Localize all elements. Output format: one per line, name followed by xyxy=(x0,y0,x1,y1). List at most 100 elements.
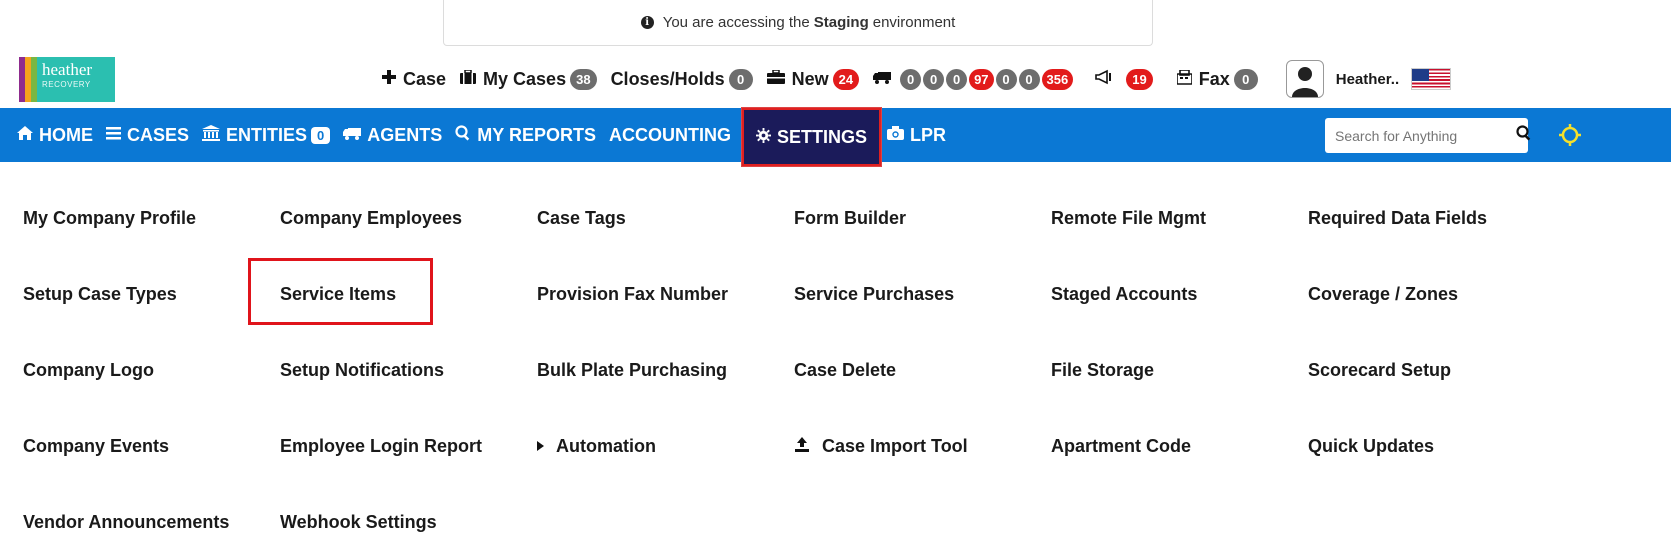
theme-toggle-sun-icon[interactable] xyxy=(1558,123,1582,147)
upload-icon xyxy=(794,437,810,455)
staging-banner: i You are accessing the Staging environm… xyxy=(443,0,1153,46)
menu-coverage-zones[interactable]: Coverage / Zones xyxy=(1308,274,1565,314)
menu-remote-file-mgmt[interactable]: Remote File Mgmt xyxy=(1051,198,1308,238)
new-case-button[interactable]: Case xyxy=(382,69,446,90)
truck-icon xyxy=(343,127,362,144)
menu-company-events[interactable]: Company Events xyxy=(23,426,280,466)
plus-icon xyxy=(382,70,396,88)
nav-accounting[interactable]: ACCOUNTING xyxy=(609,108,731,162)
closes-holds-label: Closes/Holds xyxy=(610,68,725,89)
nav-lpr-label: LPR xyxy=(909,124,946,145)
truck-count-7: 356 xyxy=(1041,68,1074,90)
top-toolbar: Case My Cases 38 Closes/Holds 0 New 24 0… xyxy=(382,60,1452,98)
announcements-button[interactable]: 19 xyxy=(1095,68,1153,90)
menu-employee-login-report[interactable]: Employee Login Report xyxy=(280,426,537,466)
settings-menu-grid: My Company Profile Company Employees Cas… xyxy=(23,198,1565,554)
menu-form-builder[interactable]: Form Builder xyxy=(794,198,1051,238)
truck-count-3: 0 xyxy=(946,68,968,90)
truck-count-2: 0 xyxy=(923,68,945,90)
announcements-count-badge: 19 xyxy=(1126,68,1153,90)
nav-cases-label: CASES xyxy=(127,124,190,145)
gear-icon xyxy=(755,127,771,147)
menu-automation-label: Automation xyxy=(556,435,656,456)
menu-company-employees[interactable]: Company Employees xyxy=(280,198,537,238)
nav-lpr[interactable]: LPR xyxy=(886,108,946,162)
menu-apartment-code[interactable]: Apartment Code xyxy=(1051,426,1308,466)
caret-right-icon xyxy=(537,438,544,454)
user-avatar[interactable] xyxy=(1285,60,1324,98)
briefcase-icon xyxy=(460,69,477,88)
logo-subtext: RECOVERY xyxy=(42,80,91,89)
menu-case-import-tool-label: Case Import Tool xyxy=(822,435,968,456)
home-icon xyxy=(17,126,33,144)
nav-agents[interactable]: AGENTS xyxy=(343,108,442,162)
menu-company-logo[interactable]: Company Logo xyxy=(23,350,280,390)
hamburger-icon xyxy=(106,126,121,144)
info-icon: i xyxy=(640,16,654,29)
new-label: New xyxy=(791,68,829,89)
menu-setup-case-types[interactable]: Setup Case Types xyxy=(23,274,280,314)
company-logo[interactable]: heather RECOVERY xyxy=(19,57,115,102)
menu-service-purchases[interactable]: Service Purchases xyxy=(794,274,1051,314)
menu-webhook-settings[interactable]: Webhook Settings xyxy=(280,502,537,542)
new-cases-button[interactable]: New 24 xyxy=(766,68,860,90)
search-input[interactable] xyxy=(1335,127,1516,144)
my-cases-label: My Cases xyxy=(483,68,567,89)
truck-count-1: 0 xyxy=(900,68,922,90)
menu-case-import-tool[interactable]: Case Import Tool xyxy=(794,426,1051,466)
menu-bulk-plate-purchasing[interactable]: Bulk Plate Purchasing xyxy=(537,350,794,390)
menu-setup-notifications[interactable]: Setup Notifications xyxy=(280,350,537,390)
logo-stripes xyxy=(19,57,37,102)
nav-entities[interactable]: ENTITIES 0 xyxy=(202,108,331,162)
new-case-label: Case xyxy=(403,68,447,89)
bank-icon xyxy=(202,125,221,145)
nav-settings[interactable]: SETTINGS xyxy=(741,108,881,166)
banner-suffix: environment xyxy=(872,14,956,31)
logo-text: heather xyxy=(42,60,93,79)
nav-accounting-label: ACCOUNTING xyxy=(608,124,731,145)
camera-icon xyxy=(886,126,904,144)
nav-settings-label: SETTINGS xyxy=(776,126,867,147)
user-name[interactable]: Heather.. xyxy=(1336,71,1399,88)
us-flag-icon[interactable] xyxy=(1411,68,1452,90)
truck-icon xyxy=(873,71,892,88)
my-cases-button[interactable]: My Cases 38 xyxy=(460,68,597,90)
banner-prefix: You are accessing the xyxy=(662,14,810,31)
menu-scorecard-setup[interactable]: Scorecard Setup xyxy=(1308,350,1565,390)
menu-file-storage[interactable]: File Storage xyxy=(1051,350,1308,390)
menu-case-delete[interactable]: Case Delete xyxy=(794,350,1051,390)
entities-count-badge: 0 xyxy=(311,126,331,144)
closes-holds-count-badge: 0 xyxy=(728,68,753,90)
nav-agents-label: AGENTS xyxy=(367,124,443,145)
fax-button[interactable]: Fax 0 xyxy=(1175,68,1258,90)
search-icon xyxy=(455,125,471,145)
menu-provision-fax-number[interactable]: Provision Fax Number xyxy=(537,274,794,314)
suitcase-icon xyxy=(766,69,785,88)
menu-automation[interactable]: Automation xyxy=(537,426,794,466)
nav-my-reports-label: MY REPORTS xyxy=(477,124,596,145)
closes-holds-button[interactable]: Closes/Holds 0 xyxy=(610,68,753,90)
truck-count-6: 0 xyxy=(1018,68,1040,90)
menu-case-tags[interactable]: Case Tags xyxy=(537,198,794,238)
nav-home-label: HOME xyxy=(39,124,93,145)
new-count-badge: 24 xyxy=(832,68,860,90)
global-search xyxy=(1325,118,1531,153)
user-silhouette-icon xyxy=(1291,67,1318,97)
nav-entities-label: ENTITIES xyxy=(226,124,308,145)
my-cases-count-badge: 38 xyxy=(570,68,597,90)
menu-quick-updates[interactable]: Quick Updates xyxy=(1308,426,1565,466)
nav-my-reports[interactable]: MY REPORTS xyxy=(455,108,596,162)
nav-cases[interactable]: CASES xyxy=(106,108,189,162)
menu-my-company-profile[interactable]: My Company Profile xyxy=(23,198,280,238)
menu-staged-accounts[interactable]: Staged Accounts xyxy=(1051,274,1308,314)
search-icon[interactable] xyxy=(1516,125,1532,146)
menu-required-data-fields[interactable]: Required Data Fields xyxy=(1308,198,1565,238)
truck-count-4: 97 xyxy=(969,68,994,90)
menu-vendor-announcements[interactable]: Vendor Announcements xyxy=(23,502,280,542)
nav-home[interactable]: HOME xyxy=(17,108,93,162)
menu-service-items[interactable]: Service Items xyxy=(280,274,537,314)
banner-env: Staging xyxy=(813,14,869,31)
fax-icon xyxy=(1175,68,1193,89)
truck-count-5: 0 xyxy=(995,68,1017,90)
truck-status-group[interactable]: 0 0 0 97 0 0 356 xyxy=(873,68,1074,90)
